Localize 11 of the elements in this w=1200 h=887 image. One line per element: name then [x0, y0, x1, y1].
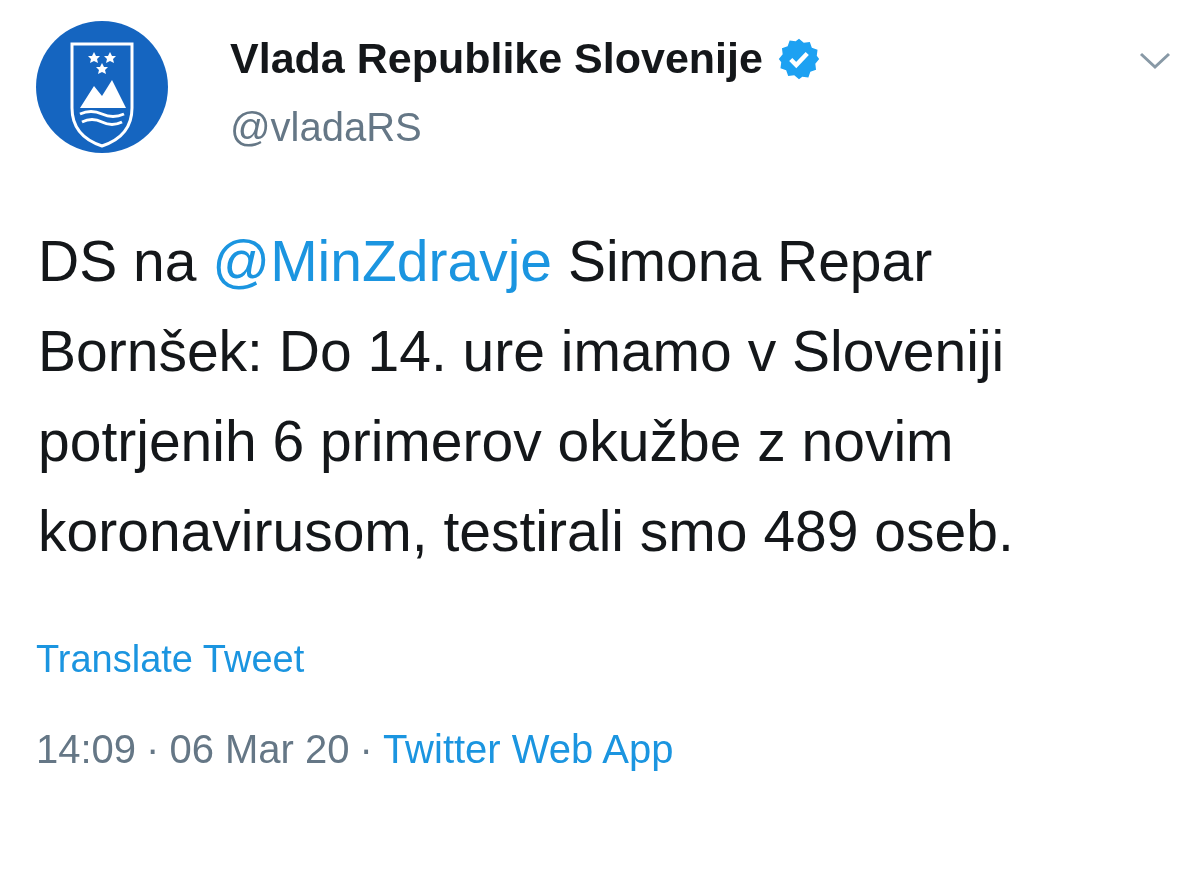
tweet-text: DS na @MinZdravje Simona Repar Bornšek: Do 14. ure imamo v Sloveniji potrjenih 6 primerov okužbe z novim koronavirusom, testirali smo 489 oseb.: [38, 228, 1015, 565]
tweet-time: 14:09: [36, 727, 137, 772]
mention-link[interactable]: @MinZdravje: [212, 229, 553, 293]
separator-dot: ·: [146, 727, 160, 772]
author-name[interactable]: Vlada Republike Slovenije: [230, 34, 763, 83]
chevron-down-icon[interactable]: [1138, 50, 1172, 72]
tweet-date: 06 Mar 20: [169, 727, 350, 772]
translate-link[interactable]: Translate Tweet: [36, 638, 305, 681]
author-handle[interactable]: @vladaRS: [230, 105, 1076, 150]
separator-dot: ·: [359, 727, 373, 772]
source-link[interactable]: Twitter Web App: [382, 727, 674, 772]
